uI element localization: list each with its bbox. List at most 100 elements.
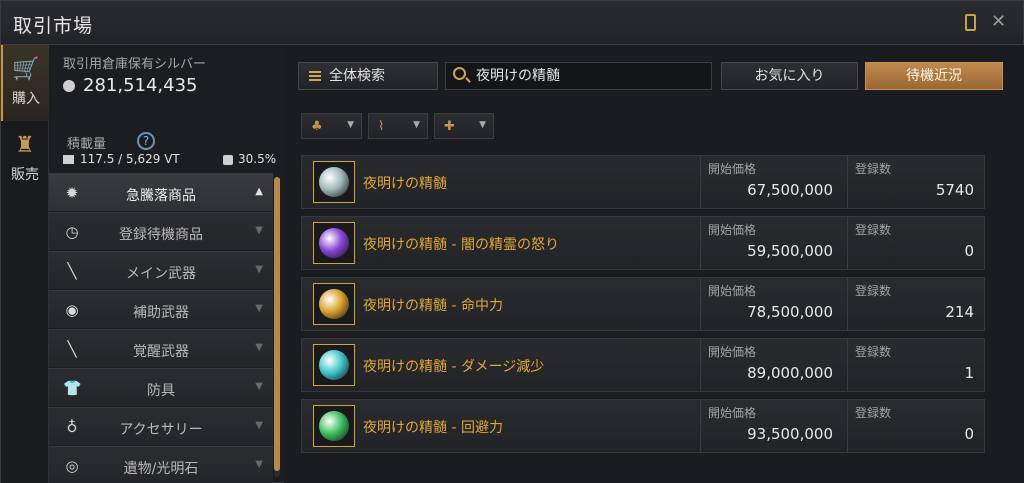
chevron-icon: ▼ [255, 303, 263, 314]
category-label: 防具 [147, 383, 175, 399]
favorites-button[interactable]: お気に入り [721, 62, 858, 90]
silver-coin-icon [63, 80, 75, 92]
chevron-icon: ▲ [255, 186, 263, 197]
search-input[interactable]: 夜明けの精髄 [445, 62, 712, 90]
count-value: 1 [964, 364, 974, 382]
weight-readout: 117.5 / 5,629 VT [63, 152, 180, 166]
silver-value: 281,514,435 [83, 75, 198, 96]
chevron-down-icon: ▼ [479, 120, 486, 130]
essence-orb-icon [319, 350, 349, 380]
price-label: 開始価格 [708, 162, 757, 176]
category-item[interactable]: ✹ 急騰落商品 ▲ [49, 173, 273, 211]
item-name: 夜明けの精髄 - 回避力 [363, 420, 503, 436]
price-value: 93,500,000 [747, 425, 833, 443]
silver-amount: 281,514,435 [63, 75, 198, 96]
cart-icon: 🛒 [12, 57, 40, 82]
price-label: 開始価格 [708, 345, 757, 359]
tab-buy[interactable]: 🛒 購入 [1, 45, 49, 121]
percent-value: 30.5% [238, 152, 277, 166]
count-value: 0 [964, 242, 974, 260]
tab-sell[interactable]: ♜ 販売 [1, 121, 49, 197]
divider [847, 339, 848, 391]
silver-info: 取引用倉庫保有シルバー [63, 53, 285, 72]
category-item[interactable]: ╲ メイン武器 ▼ [49, 251, 273, 289]
divider [700, 278, 701, 330]
chevron-icon: ▼ [255, 225, 263, 236]
category-scroll-thumb[interactable] [274, 177, 280, 471]
price-label: 開始価格 [708, 223, 757, 237]
item-row[interactable]: 夜明けの精髄 - 闇の精霊の怒り 開始価格 59,500,000 登録数 0 [301, 216, 985, 270]
weight-value: 117.5 / 5,629 VT [80, 152, 180, 166]
weight-percent: 30.5% [223, 152, 276, 166]
chevron-icon: ▼ [255, 342, 263, 353]
item-name: 夜明けの精髄 [363, 176, 447, 192]
item-slot [313, 405, 355, 447]
chevron-icon: ▼ [255, 264, 263, 275]
filter-dropdown[interactable]: ⌇ ▼ [368, 113, 428, 139]
count-value: 5740 [935, 181, 974, 199]
market-window: 取引市場 ✕ 🛒 購入 ♜ 販売 取引用倉庫保有シルバー 281,514,435… [0, 0, 1024, 483]
price-value: 67,500,000 [747, 181, 833, 199]
price-value: 59,500,000 [747, 242, 833, 260]
item-row[interactable]: 夜明けの精髄 - ダメージ減少 開始価格 89,000,000 登録数 1 [301, 338, 985, 392]
category-item[interactable]: 👕 防具 ▼ [49, 368, 273, 406]
left-rail: 🛒 購入 ♜ 販売 [1, 45, 49, 483]
filter-dropdown[interactable]: ✚ ▼ [434, 113, 494, 139]
category-item[interactable]: ◷ 登録待機商品 ▼ [49, 212, 273, 250]
category-label: メイン武器 [126, 266, 196, 282]
item-slot [313, 222, 355, 264]
category-label: アクセサリー [119, 422, 203, 438]
category-label: 遺物/光明石 [123, 461, 199, 477]
chevron-down-icon: ▼ [413, 120, 420, 130]
title-bar: 取引市場 ✕ [1, 1, 1023, 45]
category-item[interactable]: ♁ アクセサリー ▼ [49, 407, 273, 445]
window-title: 取引市場 [13, 15, 94, 37]
chevron-down-icon: ▼ [347, 120, 354, 130]
moneybag-icon: ♜ [15, 133, 35, 158]
item-slot [313, 161, 355, 203]
chevron-icon: ▼ [255, 459, 263, 470]
count-value: 214 [945, 303, 974, 321]
search-icon [453, 67, 466, 80]
filter-dropdown[interactable]: ♣ ▼ [301, 113, 362, 139]
chevron-icon: ▼ [255, 420, 263, 431]
divider [700, 217, 701, 269]
item-row[interactable]: 夜明けの精髄 - 回避力 開始価格 93,500,000 登録数 0 [301, 399, 985, 453]
price-value: 78,500,000 [747, 303, 833, 321]
essence-orb-icon [319, 289, 349, 319]
item-name: 夜明けの精髄 - 命中力 [363, 298, 503, 314]
category-label: 急騰落商品 [126, 188, 196, 204]
all-search-label: 全体検索 [329, 68, 385, 84]
count-label: 登録数 [855, 345, 892, 359]
category-item[interactable]: ╲ 覚醒武器 ▼ [49, 329, 273, 367]
coin-stack-icon [223, 154, 233, 165]
chevron-icon: ▼ [255, 381, 263, 392]
item-row[interactable]: 夜明けの精髄 開始価格 67,500,000 登録数 5740 [301, 155, 985, 209]
essence-orb-icon [319, 411, 349, 441]
divider [700, 156, 701, 208]
essence-orb-icon [319, 228, 349, 258]
price-label: 開始価格 [708, 284, 757, 298]
price-label: 開始価格 [708, 406, 757, 420]
weight-label: 積載量 [67, 137, 107, 152]
tab-buy-label: 購入 [12, 91, 40, 107]
item-row[interactable]: 夜明けの精髄 - 命中力 開始価格 78,500,000 登録数 214 [301, 277, 985, 331]
waiting-status-button[interactable]: 待機近況 [865, 62, 1003, 90]
help-icon[interactable]: ? [137, 132, 155, 150]
category-label: 登録待機商品 [119, 227, 203, 243]
count-value: 0 [964, 425, 974, 443]
plus-icon: ✚ [444, 119, 455, 134]
divider [847, 156, 848, 208]
mobile-icon[interactable] [965, 14, 976, 31]
tab-sell-label: 販売 [11, 167, 39, 183]
category-item[interactable]: ◎ 遺物/光明石 ▼ [49, 446, 273, 483]
divider [847, 400, 848, 452]
category-item[interactable]: ◉ 補助武器 ▼ [49, 290, 273, 328]
count-label: 登録数 [855, 406, 892, 420]
close-icon[interactable]: ✕ [991, 11, 1006, 32]
silver-label: 取引用倉庫保有シルバー [63, 57, 207, 72]
count-label: 登録数 [855, 223, 892, 237]
all-search-button[interactable]: 全体検索 [298, 62, 438, 90]
item-slot [313, 283, 355, 325]
weight-icon [63, 155, 74, 164]
